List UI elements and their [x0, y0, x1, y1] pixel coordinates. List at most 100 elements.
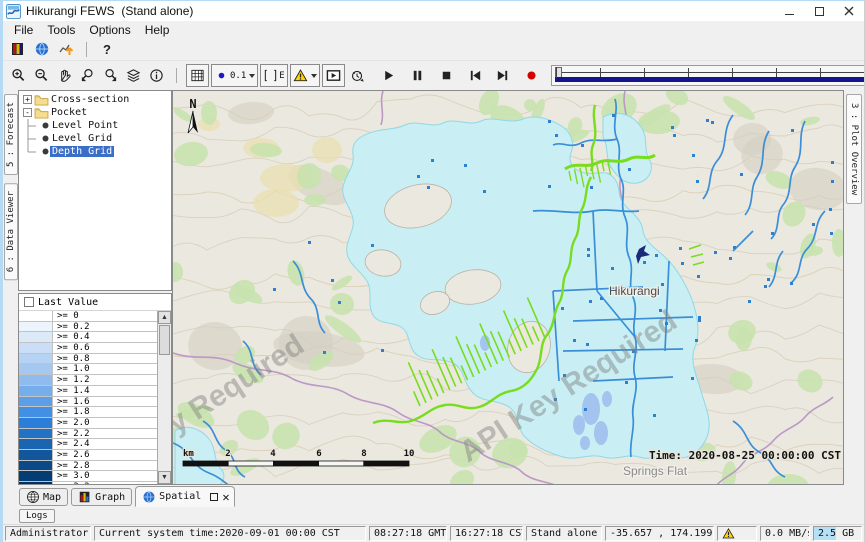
- legend-swatch: [19, 364, 53, 374]
- legend-threshold-label: >= 1.8: [53, 407, 157, 417]
- main-toolbar: ?: [3, 38, 864, 61]
- close-button[interactable]: [834, 1, 864, 21]
- legend-row: >= 0.2: [19, 322, 157, 333]
- chart-display-button[interactable]: [54, 39, 78, 60]
- zoom-previous-button[interactable]: [76, 64, 99, 87]
- legend-scrollbar[interactable]: ▲ ▼: [157, 311, 171, 484]
- step-back-button[interactable]: [464, 64, 487, 87]
- time-availability-bar: [555, 77, 865, 82]
- menu-file[interactable]: File: [7, 23, 40, 37]
- legend-row: >= 0.4: [19, 332, 157, 343]
- legend-threshold-label: >= 2.0: [53, 418, 157, 428]
- legend-threshold-label: >= 1.6: [53, 397, 157, 407]
- status-system-time: Current system time:2020-09-01 00:00 CST: [94, 526, 366, 541]
- tree-connector: [19, 132, 41, 145]
- menu-tools[interactable]: Tools: [40, 23, 82, 37]
- warning-icon: [722, 527, 735, 540]
- legend-row: >= 0: [19, 311, 157, 322]
- time-slider[interactable]: [551, 65, 865, 86]
- pan-button[interactable]: [53, 64, 76, 87]
- step-forward-button[interactable]: [491, 64, 514, 87]
- database-display-button[interactable]: [6, 39, 30, 60]
- legend-swatch: [19, 407, 53, 417]
- title-bar: Hikurangi FEWS (Stand alone): [3, 1, 864, 21]
- status-local-time: 16:27:18 CST: [450, 526, 523, 541]
- profiler-clock-button[interactable]: [346, 64, 369, 87]
- pause-button[interactable]: [406, 64, 429, 87]
- bullet-icon: [41, 134, 50, 143]
- svg-text:2: 2: [225, 449, 230, 459]
- help-button[interactable]: ?: [95, 39, 119, 60]
- tab-graph[interactable]: Graph: [71, 488, 132, 506]
- contour-label-button[interactable]: E: [260, 64, 287, 87]
- tab-maximize-icon[interactable]: [210, 493, 218, 501]
- tree-item-depth-grid[interactable]: Depth Grid: [19, 145, 171, 158]
- map-canvas[interactable]: API Key Required API Key Required Hikura…: [172, 90, 844, 485]
- tree-item-label: Level Point: [50, 120, 120, 131]
- grid-display-button[interactable]: [186, 64, 209, 87]
- maximize-button[interactable]: [804, 1, 834, 21]
- zoom-out-button[interactable]: [30, 64, 53, 87]
- window-title: Hikurangi FEWS (Stand alone): [26, 4, 193, 18]
- tree-expander-icon[interactable]: +: [23, 95, 32, 104]
- chart-display-icon: [58, 41, 74, 57]
- legend-row: >= 0.8: [19, 354, 157, 365]
- tab-close-icon[interactable]: ✕: [222, 493, 229, 501]
- tab-map[interactable]: Map: [19, 488, 68, 506]
- record-button[interactable]: [520, 64, 543, 87]
- classbreak-dropdown[interactable]: 0.1: [211, 64, 258, 87]
- tree-item-cross-section[interactable]: + Cross-section: [19, 93, 171, 106]
- stop-icon: [439, 68, 454, 83]
- tree-item-label: Pocket: [49, 107, 89, 118]
- scroll-down-icon[interactable]: ▼: [158, 471, 171, 484]
- step-forward-icon: [495, 68, 510, 83]
- legend-swatch: [19, 418, 53, 428]
- side-tab-data-viewer[interactable]: 6 : Data Viewer: [4, 183, 18, 280]
- zoom-in-button[interactable]: [7, 64, 30, 87]
- layers-icon: [126, 68, 141, 83]
- threshold-warning-dropdown[interactable]: [290, 64, 320, 87]
- zoom-prev-icon: [80, 68, 95, 83]
- tree-item-level-point[interactable]: Level Point: [19, 119, 171, 132]
- tree-item-level-grid[interactable]: Level Grid: [19, 132, 171, 145]
- legend-threshold-label: >= 1.0: [53, 364, 157, 374]
- map-time-label: Time: 2020-08-25 00:00:00 CST: [649, 449, 841, 462]
- scroll-thumb[interactable]: [159, 325, 170, 355]
- minimize-button[interactable]: [774, 1, 804, 21]
- zoom-next-button[interactable]: [99, 64, 122, 87]
- scroll-up-icon[interactable]: ▲: [158, 311, 171, 324]
- play-button[interactable]: [377, 64, 400, 87]
- tree-expander-icon[interactable]: -: [23, 108, 32, 117]
- svg-text:N: N: [189, 97, 196, 111]
- legend-threshold-label: >= 0.4: [53, 332, 157, 342]
- tab-label: Spatial: [159, 491, 201, 502]
- layers-button[interactable]: [122, 64, 145, 87]
- database-display-icon: [10, 41, 26, 57]
- side-tab-plot-overview[interactable]: 3 : Plot Overview: [846, 94, 862, 204]
- last-value-checkbox[interactable]: [24, 297, 34, 307]
- spatial-display-icon: [34, 41, 50, 57]
- legend-threshold-label: >= 0.6: [53, 343, 157, 353]
- tree-item-label: Cross-section: [49, 94, 131, 105]
- legend-threshold-label: >= 0.8: [53, 354, 157, 364]
- menu-help[interactable]: Help: [138, 23, 177, 37]
- tree-item-pocket[interactable]: - Pocket: [19, 106, 171, 119]
- side-tab-forecast[interactable]: 5 : Forecast: [4, 94, 18, 175]
- legend-threshold-label: >= 2.6: [53, 450, 157, 460]
- spatial-display-button[interactable]: [30, 39, 54, 60]
- legend-row: >= 2.8: [19, 461, 157, 472]
- info-button[interactable]: [145, 64, 168, 87]
- animation-button[interactable]: [322, 64, 345, 87]
- svg-text:km: km: [183, 449, 194, 459]
- logs-button[interactable]: Logs: [19, 509, 55, 523]
- legend-threshold-label: >= 2.8: [53, 461, 157, 471]
- legend-row: >= 1.4: [19, 386, 157, 397]
- right-tab-strip: 3 : Plot Overview: [844, 90, 864, 485]
- legend-swatch: [19, 450, 53, 460]
- legend-threshold-label: >= 0.2: [53, 322, 157, 332]
- play-icon: [381, 68, 396, 83]
- tab-spatial[interactable]: Spatial ✕: [135, 486, 234, 507]
- menu-options[interactable]: Options: [82, 23, 137, 37]
- tree-item-label: Depth Grid: [50, 146, 114, 157]
- stop-button[interactable]: [435, 64, 458, 87]
